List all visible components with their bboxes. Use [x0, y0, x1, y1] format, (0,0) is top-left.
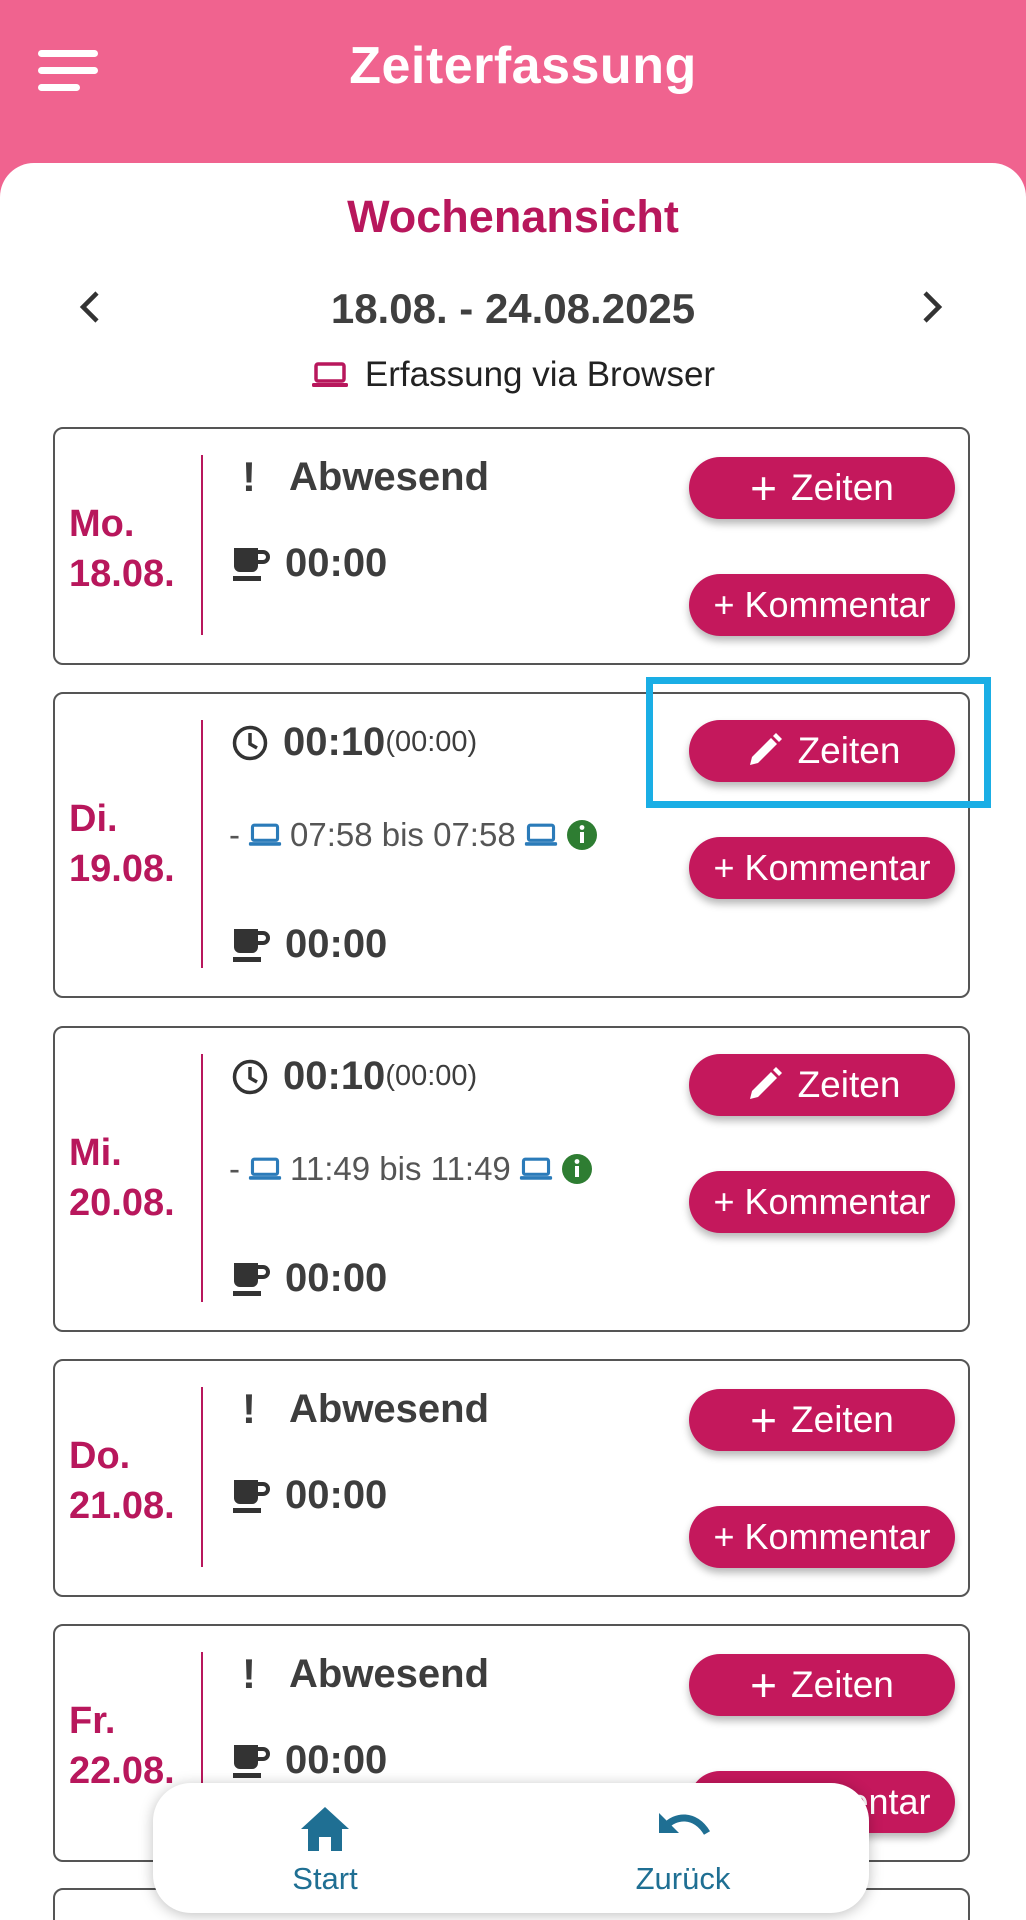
status-row: ! Abwesend [231, 1650, 489, 1698]
week-range: 18.08. - 24.08.2025 [330, 285, 696, 332]
coffee-cup-icon [231, 1476, 271, 1516]
day-label: Do. 21.08. [69, 1431, 199, 1531]
plus-icon: + [713, 584, 735, 625]
info-icon[interactable] [561, 1153, 593, 1185]
add-comment-button[interactable]: + Kommentar [689, 837, 955, 899]
bottom-navigation: Start Zurück [153, 1783, 869, 1913]
add-times-button[interactable]: + Zeiten [689, 457, 955, 519]
nav-back-button[interactable]: Zurück [583, 1803, 783, 1897]
pause-duration: 00:00 [285, 922, 388, 966]
day-divider [201, 1054, 203, 1302]
worked-duration: 00:10 [283, 720, 386, 764]
edit-times-button[interactable]: Zeiten [689, 1054, 955, 1116]
nav-start-button[interactable]: Start [225, 1803, 425, 1897]
day-card-monday: Mo. 18.08. ! Abwesend 00:00 + Zeiten + K… [53, 427, 970, 665]
day-card-wednesday: Mi. 20.08. 00:10 (00:00) - 11:49 bis 11:… [53, 1026, 970, 1332]
pencil-icon [749, 1067, 782, 1099]
worked-duration: 00:10 [283, 1054, 386, 1098]
day-label: Mi. 20.08. [69, 1128, 199, 1228]
exclamation-icon: ! [242, 1385, 256, 1432]
status-row: ! Abwesend [231, 1385, 489, 1433]
clock-icon [231, 1058, 269, 1096]
pause-row: 00:00 [231, 1256, 387, 1301]
chevron-right-icon [923, 291, 943, 323]
capture-mode: Erfassung via Browser [0, 355, 1026, 395]
coffee-cup-icon [231, 1259, 271, 1299]
nav-start-label: Start [292, 1861, 358, 1896]
laptop-icon [524, 823, 557, 846]
day-divider [201, 1387, 203, 1567]
worked-extra: (00:00) [385, 726, 478, 758]
day-divider [201, 720, 203, 968]
undo-icon [583, 1803, 783, 1859]
next-week-button[interactable] [910, 285, 954, 329]
date: 19.08. [69, 848, 175, 890]
laptop-icon [519, 1157, 552, 1180]
home-icon [225, 1803, 425, 1859]
plus-icon: + [713, 1516, 735, 1557]
nav-back-label: Zurück [635, 1861, 731, 1896]
section-title: Wochenansicht [347, 191, 679, 242]
day-label: Fr. 22.08. [69, 1696, 199, 1796]
page-title: Zeiterfassung [349, 37, 697, 95]
pause-duration: 00:00 [285, 541, 388, 585]
week-navigator: 18.08. - 24.08.2025 [0, 273, 1026, 343]
plus-icon: + [750, 1659, 778, 1711]
coffee-cup-icon [231, 1741, 271, 1781]
pause-row: 00:00 [231, 541, 387, 586]
coffee-cup-icon [231, 925, 271, 965]
status-text: Abwesend [289, 454, 490, 499]
time-entry[interactable]: - 07:58 bis 07:58 [229, 816, 598, 854]
add-times-button[interactable]: + Zeiten [689, 1389, 955, 1451]
app-header: Zeiterfassung [0, 0, 1026, 165]
laptop-icon [248, 1157, 282, 1180]
weekday: Do. [69, 1435, 131, 1477]
worked-time-row: 00:10 (00:00) [231, 1054, 477, 1099]
entry-time-range: 11:49 bis 11:49 [290, 1150, 511, 1187]
add-times-button[interactable]: + Zeiten [689, 1654, 955, 1716]
exclamation-icon: ! [242, 1650, 256, 1697]
add-comment-button[interactable]: + Kommentar [689, 1506, 955, 1568]
status-text: Abwesend [289, 1651, 490, 1696]
pause-row: 00:00 [231, 1738, 387, 1783]
pause-duration: 00:00 [285, 1738, 388, 1782]
day-card-thursday: Do. 21.08. ! Abwesend 00:00 + Zeiten + K… [53, 1359, 970, 1597]
coffee-cup-icon [231, 544, 271, 584]
weekday: Mo. [69, 503, 135, 545]
laptop-icon [248, 823, 282, 846]
date: 21.08. [69, 1485, 175, 1527]
highlight-box [646, 677, 991, 808]
add-comment-button[interactable]: + Kommentar [689, 574, 955, 636]
worked-time-row: 00:10 (00:00) [231, 720, 477, 765]
add-comment-button[interactable]: + Kommentar [689, 1171, 955, 1233]
pause-row: 00:00 [231, 922, 387, 967]
status-row: ! Abwesend [231, 453, 489, 501]
plus-icon: + [750, 462, 778, 514]
time-entry[interactable]: - 11:49 bis 11:49 [229, 1150, 593, 1188]
clock-icon [231, 724, 269, 762]
laptop-icon [311, 362, 348, 387]
exclamation-icon: ! [242, 453, 256, 500]
day-label: Mo. 18.08. [69, 499, 199, 599]
date: 20.08. [69, 1182, 175, 1224]
pause-row: 00:00 [231, 1473, 387, 1518]
weekday: Fr. [69, 1700, 116, 1742]
pause-duration: 00:00 [285, 1473, 388, 1517]
info-icon[interactable] [566, 819, 598, 851]
status-text: Abwesend [289, 1386, 490, 1431]
worked-extra: (00:00) [385, 1060, 478, 1092]
plus-icon: + [713, 847, 735, 888]
day-label: Di. 19.08. [69, 794, 199, 894]
weekday: Mi. [69, 1132, 122, 1174]
day-divider [201, 455, 203, 635]
plus-icon: + [713, 1181, 735, 1222]
date: 18.08. [69, 553, 175, 595]
capture-mode-label: Erfassung via Browser [364, 355, 716, 394]
entry-time-range: 07:58 bis 07:58 [290, 816, 516, 853]
pause-duration: 00:00 [285, 1256, 388, 1300]
weekday: Di. [69, 798, 118, 840]
plus-icon: + [750, 1394, 778, 1446]
